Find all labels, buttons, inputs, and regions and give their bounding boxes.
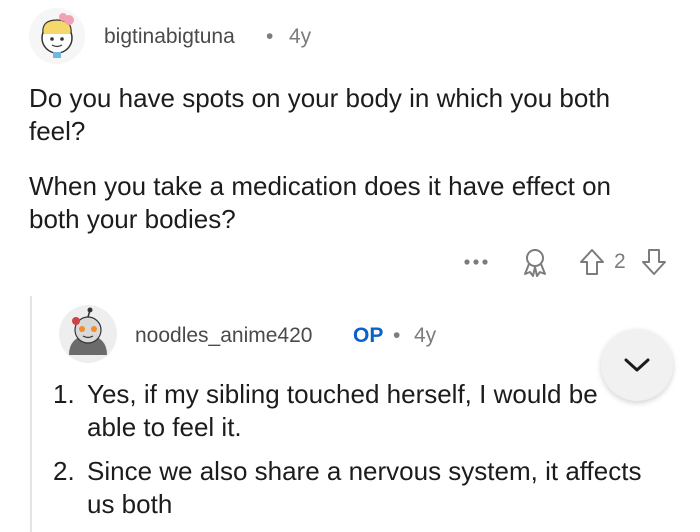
vote-count: 2: [614, 250, 626, 273]
comment-paragraph-1-line-2: feel?: [29, 116, 86, 146]
comment-username[interactable]: bigtinabigtuna: [104, 25, 235, 49]
thread-line[interactable]: [30, 296, 32, 532]
award-icon[interactable]: [520, 246, 550, 278]
comment-paragraph-2-line-2: both your bodies?: [29, 204, 236, 234]
list-item-number: 1.: [53, 379, 75, 409]
collapse-button[interactable]: [601, 329, 673, 401]
list-item-1-line-2: able to feel it.: [87, 412, 242, 442]
avatar-bigtinabigtuna[interactable]: [29, 8, 85, 64]
chevron-down-icon: [622, 355, 652, 375]
list-item-1-line-1: Yes, if my sibling touched herself, I wo…: [87, 379, 598, 409]
comment-paragraph-2-line-1: When you take a medication does it have …: [29, 171, 611, 201]
list-item-2-line-1: Since we also share a nervous system, it…: [87, 456, 642, 486]
reply-age: 4y: [414, 324, 437, 347]
comment-separator: •: [266, 25, 274, 48]
list-item-number: 2.: [53, 456, 75, 486]
reply-username[interactable]: noodles_anime420: [135, 324, 312, 348]
upvote-icon[interactable]: [578, 247, 606, 277]
reply-separator: •: [393, 324, 401, 347]
comment-age: 4y: [289, 25, 312, 48]
comment-paragraph-1-line-1: Do you have spots on your body in which …: [29, 83, 611, 113]
downvote-icon[interactable]: [640, 247, 668, 277]
op-badge: OP: [353, 324, 384, 347]
list-item-2-line-2: us both: [87, 489, 173, 519]
avatar-noodles[interactable]: [59, 305, 117, 363]
more-icon[interactable]: [462, 252, 490, 272]
